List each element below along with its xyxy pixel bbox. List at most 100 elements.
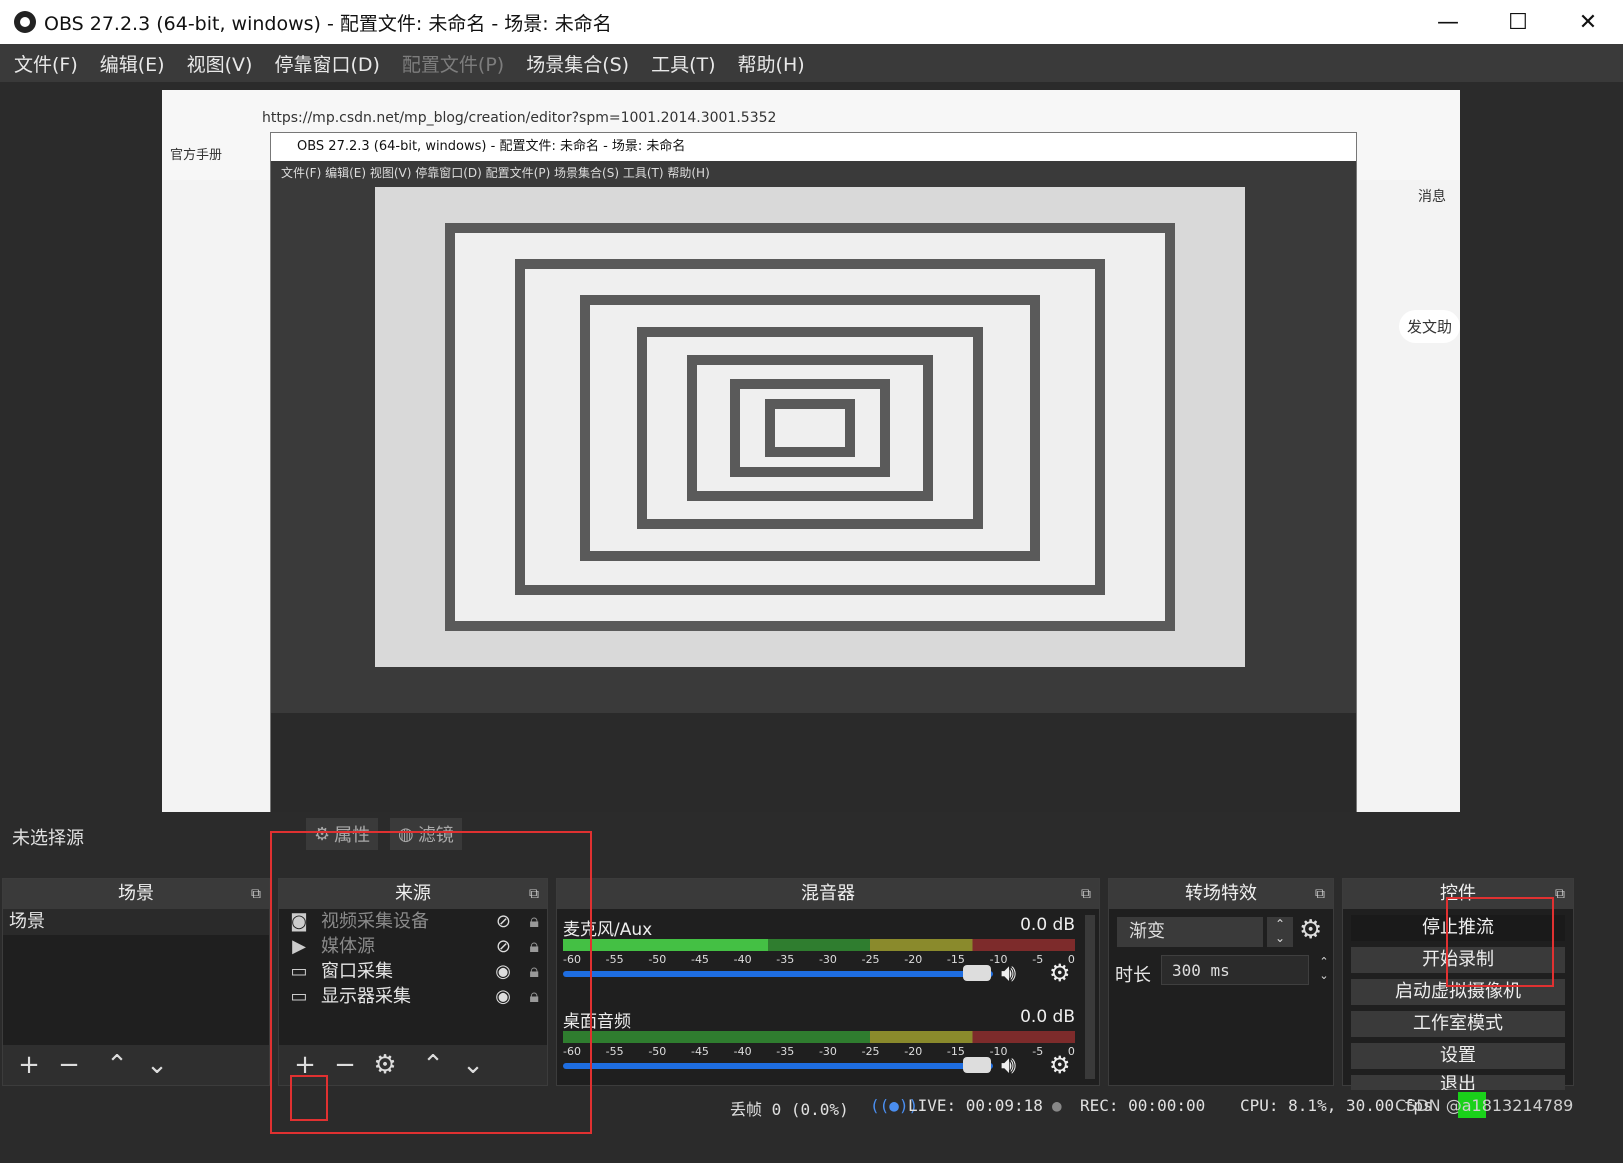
sources-dock: 来源 ⧉ ◙ 视频采集设备 ⊘ 🔒︎ ▶ 媒体源 ⊘ 🔒︎ ▭ 窗口采集 ◉ 🔒…: [278, 878, 548, 1086]
source-toolbar: 未选择源 ⚙ 属性 ◍ 滤镜: [0, 812, 1623, 857]
maximize-button[interactable]: ☐: [1483, 0, 1553, 44]
menu-view[interactable]: 视图(V): [187, 50, 253, 77]
lock-icon[interactable]: 🔒︎: [529, 934, 539, 959]
undock-icon[interactable]: ⧉: [529, 879, 539, 909]
chevron-updown-icon[interactable]: ⌃ ⌄: [1267, 917, 1293, 947]
eye-icon[interactable]: ◉: [495, 959, 511, 984]
speaker-icon[interactable]: 🔊︎: [1001, 959, 1016, 987]
status-bar: 丢帧 0 (0.0%) ((●)) LIVE: 00:09:18 ● REC: …: [0, 1090, 1623, 1124]
gear-icon[interactable]: ⚙: [371, 1050, 399, 1080]
rec-timer: REC: 00:00:00: [1080, 1096, 1206, 1115]
menu-file[interactable]: 文件(F): [14, 50, 78, 77]
menu-bar: 文件(F) 编辑(E) 视图(V) 停靠窗口(D) 配置文件(P) 场景集合(S…: [0, 44, 1623, 82]
eye-hidden-icon[interactable]: ⊘: [496, 934, 511, 959]
settings-button[interactable]: 设置: [1351, 1043, 1565, 1069]
mixer-scrollbar[interactable]: [1085, 915, 1095, 1079]
minimize-button[interactable]: —: [1413, 0, 1483, 44]
remove-scene-button[interactable]: −: [55, 1050, 83, 1080]
track-db: 0.0 dB: [1020, 915, 1075, 935]
menu-docks[interactable]: 停靠窗口(D): [274, 50, 379, 77]
no-source-label: 未选择源: [12, 828, 84, 849]
lock-icon[interactable]: 🔒︎: [529, 959, 539, 984]
transitions-dock: 转场特效 ⧉ 渐变 ⌃ ⌄ ⚙ 时长 300 ms ⌃ ⌄: [1108, 878, 1334, 1086]
meter-ticks: -60 -55 -50 -45 -40 -35 -30 -25 -20 -15 -10 -5 0: [563, 953, 1075, 966]
menu-tools[interactable]: 工具(T): [651, 50, 715, 77]
source-label: 窗口采集: [321, 961, 393, 982]
move-up-icon[interactable]: ⌃: [419, 1050, 447, 1080]
gear-icon[interactable]: ⚙: [1049, 1051, 1071, 1079]
captured-url: https://mp.csdn.net/mp_blog/creation/edi…: [262, 110, 777, 126]
speaker-icon[interactable]: 🔊︎: [1001, 1051, 1016, 1079]
preview-area[interactable]: https://mp.csdn.net/mp_blog/creation/edi…: [0, 82, 1623, 812]
stop-stream-button[interactable]: 停止推流: [1351, 915, 1565, 941]
menu-edit[interactable]: 编辑(E): [100, 50, 165, 77]
volume-slider[interactable]: [563, 1063, 993, 1069]
captured-obs-title: OBS 27.2.3 (64-bit, windows) - 配置文件: 未命名…: [271, 133, 1356, 161]
undock-icon[interactable]: ⧉: [1315, 879, 1325, 909]
mixer-title: 混音器: [801, 883, 855, 904]
source-label: 视频采集设备: [321, 911, 429, 932]
virtual-camera-button[interactable]: 启动虚拟摄像机: [1351, 979, 1565, 1005]
menu-profile[interactable]: 配置文件(P): [402, 50, 504, 77]
source-item[interactable]: ▭ 显示器采集 ◉ 🔒︎: [279, 984, 547, 1009]
source-item[interactable]: ▶ 媒体源 ⊘ 🔒︎: [279, 934, 547, 959]
eye-hidden-icon[interactable]: ⊘: [496, 909, 511, 934]
volume-meter: [563, 939, 1075, 951]
filter-icon: ◍: [398, 823, 414, 845]
source-item[interactable]: ▭ 窗口采集 ◉ 🔒︎: [279, 959, 547, 984]
track-name: 麦克风/Aux: [563, 920, 653, 940]
captured-obs-docks: [271, 713, 1356, 812]
tunnel-frame: [765, 399, 855, 457]
scene-item[interactable]: 场景: [3, 909, 269, 935]
captured-notice: 消息: [1418, 189, 1446, 205]
duration-stepper[interactable]: ⌃ ⌄: [1313, 955, 1335, 985]
source-item[interactable]: ◙ 视频采集设备 ⊘ 🔒︎: [279, 909, 547, 934]
duration-input[interactable]: 300 ms: [1161, 955, 1309, 985]
volume-slider-handle[interactable]: [963, 965, 991, 981]
mixer-dock: 混音器 ⧉ 麦克风/Aux 0.0 dB -60 -55 -50 -45 -40 -35-…: [556, 878, 1100, 1086]
sources-title: 来源: [395, 883, 431, 904]
gear-icon[interactable]: ⚙: [1299, 915, 1322, 945]
menu-help[interactable]: 帮助(H): [738, 50, 805, 77]
captured-obs-menu: 文件(F) 编辑(E) 视图(V) 停靠窗口(D) 配置文件(P) 场景集合(S…: [271, 161, 1356, 185]
properties-label: 属性: [334, 825, 371, 846]
move-down-icon[interactable]: ⌄: [459, 1050, 487, 1080]
remove-source-button[interactable]: −: [331, 1050, 359, 1080]
source-label: 显示器采集: [321, 986, 411, 1007]
scenes-toolbar: + − ⌃ ⌄: [3, 1045, 269, 1085]
close-button[interactable]: ✕: [1553, 0, 1623, 44]
duration-label: 时长: [1115, 965, 1151, 986]
add-scene-button[interactable]: +: [15, 1050, 43, 1080]
sources-toolbar: + − ⚙ ⌃ ⌄: [279, 1045, 547, 1085]
window-title: OBS 27.2.3 (64-bit, windows) - 配置文件: 未命名…: [44, 12, 612, 35]
preview-canvas: https://mp.csdn.net/mp_blog/creation/edi…: [162, 90, 1460, 812]
controls-dock: 控件 ⧉ 停止推流 开始录制 启动虚拟摄像机 工作室模式 设置 退出: [1342, 878, 1574, 1095]
volume-slider[interactable]: [563, 971, 993, 977]
lock-icon[interactable]: 🔒︎: [529, 984, 539, 1009]
eye-icon[interactable]: ◉: [495, 984, 511, 1009]
menu-scene-collection[interactable]: 场景集合(S): [526, 50, 629, 77]
gear-icon: ⚙: [314, 823, 331, 845]
volume-slider-handle[interactable]: [963, 1057, 991, 1073]
filters-button[interactable]: ◍ 滤镜: [390, 818, 462, 850]
add-source-button[interactable]: +: [291, 1050, 319, 1080]
window-icon: ▭: [290, 961, 308, 982]
dropped-frames: 丢帧 0 (0.0%): [730, 1100, 849, 1119]
captured-bookmark: 官方手册: [170, 148, 223, 163]
track-name: 桌面音频: [563, 1012, 631, 1032]
start-record-button[interactable]: 开始录制: [1351, 947, 1565, 973]
transition-select[interactable]: 渐变: [1117, 917, 1263, 947]
lock-icon[interactable]: 🔒︎: [529, 909, 539, 934]
filters-label: 滤镜: [417, 825, 454, 846]
move-up-icon[interactable]: ⌃: [103, 1050, 131, 1080]
undock-icon[interactable]: ⧉: [1555, 879, 1565, 909]
studio-mode-button[interactable]: 工作室模式: [1351, 1011, 1565, 1037]
gear-icon[interactable]: ⚙: [1049, 959, 1071, 987]
undock-icon[interactable]: ⧉: [1081, 879, 1091, 909]
scenes-title: 场景: [118, 883, 154, 904]
move-down-icon[interactable]: ⌄: [143, 1050, 171, 1080]
undock-icon[interactable]: ⧉: [251, 879, 261, 909]
window-titlebar: OBS 27.2.3 (64-bit, windows) - 配置文件: 未命名…: [0, 0, 1623, 44]
controls-title: 控件: [1440, 883, 1476, 904]
properties-button[interactable]: ⚙ 属性: [306, 818, 379, 850]
